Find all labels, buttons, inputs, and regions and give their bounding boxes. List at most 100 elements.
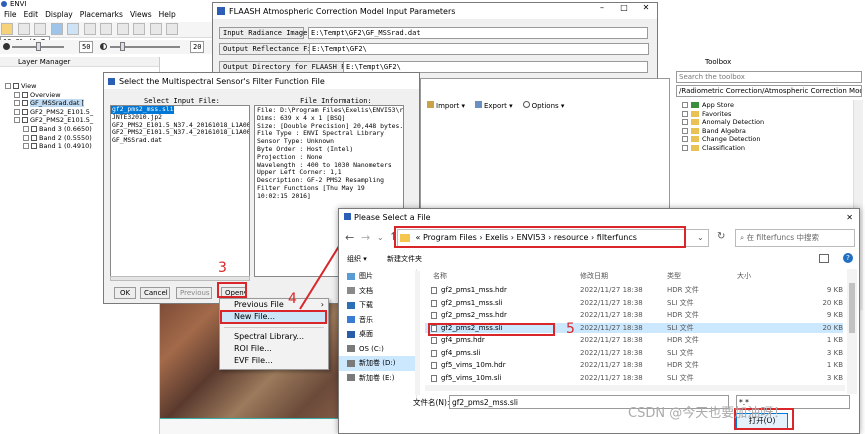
toolbox-item[interactable]: Band Algebra bbox=[682, 127, 865, 136]
output-reflectance-field[interactable]: E:\Tempt\GF2\ bbox=[309, 43, 649, 55]
previous-button[interactable]: Previous bbox=[176, 287, 212, 299]
expand-icon[interactable] bbox=[14, 117, 20, 124]
open-icon[interactable] bbox=[1, 23, 13, 35]
expand-icon[interactable] bbox=[14, 100, 20, 107]
scrollbar-thumb[interactable] bbox=[849, 283, 855, 333]
expand-icon[interactable] bbox=[14, 108, 20, 115]
layer-checkbox-icon[interactable] bbox=[31, 143, 37, 150]
file-row[interactable]: gf4_pms.hdr 2022/11/27 18:38 HDR 文件 1 KB bbox=[425, 335, 843, 346]
expand-icon[interactable] bbox=[682, 127, 688, 134]
expand-icon[interactable] bbox=[682, 119, 688, 126]
expand-icon[interactable] bbox=[682, 136, 688, 143]
sensor-file-item[interactable]: gf2_pms2_mss.sli bbox=[111, 106, 174, 114]
data-manager-icon[interactable] bbox=[50, 23, 63, 35]
expand-icon[interactable] bbox=[23, 125, 29, 132]
help-icon[interactable]: ? bbox=[843, 253, 853, 263]
options-button[interactable]: Options ▾ bbox=[522, 101, 564, 110]
sensor-hscroll[interactable] bbox=[110, 276, 250, 281]
export-button[interactable]: Export ▾ bbox=[474, 101, 513, 110]
search-box[interactable]: ⌕ 在 filterfuncs 中搜索 bbox=[735, 229, 855, 247]
expand-icon[interactable] bbox=[682, 102, 688, 108]
menu-roi-file[interactable]: ROI File... bbox=[220, 343, 328, 355]
toolbox-item[interactable]: Favorites bbox=[682, 110, 865, 119]
file-row[interactable]: gf5_vims_10m.hdr 2022/11/27 18:38 HDR 文件 1 … bbox=[425, 360, 843, 371]
pixel-locator-icon[interactable] bbox=[166, 23, 179, 35]
menu-evf-file[interactable]: EVF File... bbox=[220, 355, 328, 367]
file-row[interactable]: gf5_vims_10m.sli 2022/11/27 18:38 SLI 文件 3 … bbox=[425, 373, 843, 384]
nav-item[interactable]: 新加卷 (D:) bbox=[339, 356, 416, 371]
crosshair-icon[interactable] bbox=[133, 23, 146, 35]
input-radiance-button[interactable]: Input Radiance Image bbox=[219, 27, 307, 39]
layer-checkbox-icon[interactable] bbox=[31, 134, 37, 141]
ok-button[interactable]: OK bbox=[114, 287, 136, 299]
expand-icon[interactable] bbox=[682, 110, 688, 117]
dialog-close-icon[interactable]: ✕ bbox=[846, 209, 853, 227]
toolbox-item[interactable]: Change Detection bbox=[682, 135, 865, 144]
expand-icon[interactable] bbox=[23, 143, 29, 150]
brightness-value[interactable]: 50 bbox=[79, 41, 93, 53]
nav-item[interactable]: OS (C:) bbox=[339, 342, 416, 357]
toolbox-item[interactable]: App Store bbox=[682, 101, 865, 110]
menu-file[interactable]: File bbox=[4, 10, 17, 21]
layer-checkbox-icon[interactable] bbox=[22, 108, 28, 115]
nav-item[interactable]: 下载 bbox=[339, 298, 416, 313]
menu-display[interactable]: Display bbox=[45, 10, 73, 21]
toolbox-search[interactable]: Search the toolbox bbox=[676, 71, 862, 83]
pan-icon[interactable] bbox=[67, 23, 80, 35]
expand-icon[interactable] bbox=[23, 134, 29, 141]
new-folder-button[interactable]: 新建文件夹 bbox=[387, 251, 422, 267]
recent-chevron-icon[interactable]: ⌄ bbox=[377, 233, 384, 242]
file-list-hscroll[interactable] bbox=[425, 385, 845, 391]
fly-icon[interactable] bbox=[100, 23, 113, 35]
toolbox-path[interactable]: /Radiometric Correction/Atmospheric Corr… bbox=[676, 85, 862, 97]
toolbox-item[interactable]: Classification bbox=[682, 144, 865, 153]
column-size[interactable]: 大小 bbox=[737, 271, 751, 282]
organize-button[interactable]: 组织 ▾ bbox=[347, 251, 367, 267]
nav-item[interactable]: 桌面 bbox=[339, 327, 416, 342]
contrast-slider-thumb[interactable] bbox=[120, 42, 125, 51]
file-row[interactable]: gf4_pms.sli 2022/11/27 18:38 SLI 文件 3 KB bbox=[425, 348, 843, 359]
print-icon[interactable] bbox=[34, 23, 47, 35]
save-icon[interactable] bbox=[17, 23, 30, 35]
menu-views[interactable]: Views bbox=[130, 10, 152, 21]
nav-item[interactable]: 音乐 bbox=[339, 313, 416, 328]
nav-pane-scrollbar[interactable] bbox=[415, 271, 420, 395]
file-list-scrollbar[interactable] bbox=[847, 269, 857, 394]
cursor-value-icon[interactable] bbox=[149, 23, 162, 35]
file-row[interactable]: gf2_pms1_mss.sli 2022/11/27 18:38 SLI 文件 20… bbox=[425, 298, 843, 309]
import-button[interactable]: Import ▾ bbox=[427, 101, 465, 110]
file-row[interactable]: gf2_pms1_mss.hdr 2022/11/27 18:38 HDR 文件 9 … bbox=[425, 285, 843, 296]
cancel-button[interactable]: Cancel bbox=[140, 287, 170, 299]
close-icon[interactable]: ✕ bbox=[635, 3, 657, 19]
nav-item[interactable]: 图片 bbox=[339, 269, 416, 284]
sensor-file-item[interactable]: JNTE32010.jp2 bbox=[111, 114, 249, 122]
refresh-icon[interactable]: ↻ bbox=[717, 231, 725, 242]
menu-spectral-library[interactable]: Spectral Library... bbox=[220, 331, 328, 343]
forward-arrow-icon[interactable]: → bbox=[361, 231, 370, 244]
view-options-icon[interactable] bbox=[819, 254, 829, 263]
toolbox-item[interactable]: Anomaly Detection bbox=[682, 118, 865, 127]
file-row[interactable]: gf2_pms2_mss.hdr 2022/11/27 18:38 HDR 文件 9 … bbox=[425, 310, 843, 321]
output-reflectance-button[interactable]: Output Reflectance File bbox=[219, 43, 320, 55]
layer-checkbox-icon[interactable] bbox=[22, 117, 28, 124]
maximize-icon[interactable]: □ bbox=[613, 3, 635, 19]
rotate-icon[interactable] bbox=[83, 23, 96, 35]
column-date[interactable]: 修改日期 bbox=[580, 271, 608, 282]
expand-icon[interactable] bbox=[682, 144, 688, 151]
menu-placemarks[interactable]: Placemarks bbox=[80, 10, 123, 21]
menu-help[interactable]: Help bbox=[159, 10, 176, 21]
sensor-file-item[interactable]: GF2_PMS2_E101.5_N37.4_20161018_L1A000189… bbox=[111, 129, 249, 137]
nav-item[interactable]: 新加卷 (E:) bbox=[339, 371, 416, 386]
column-name[interactable]: 名称 bbox=[433, 271, 447, 282]
input-radiance-field[interactable]: E:\Tempt\GF2\GF_MSSrad.dat bbox=[308, 27, 648, 39]
sensor-file-item[interactable]: GF_MSSrad.dat bbox=[111, 137, 249, 145]
contrast-value[interactable]: 20 bbox=[190, 41, 204, 53]
zoom-icon[interactable] bbox=[116, 23, 129, 35]
layer-checkbox-icon[interactable] bbox=[22, 91, 28, 98]
sensor-file-item[interactable]: GF2_PMS2_E101.5_N37.4_20161018_L1A000189… bbox=[111, 122, 249, 130]
minimize-icon[interactable]: – bbox=[591, 3, 613, 19]
back-arrow-icon[interactable]: ← bbox=[345, 231, 354, 244]
layer-checkbox-icon[interactable] bbox=[31, 125, 37, 132]
expand-icon[interactable] bbox=[5, 83, 11, 89]
nav-item[interactable]: 文档 bbox=[339, 284, 416, 299]
